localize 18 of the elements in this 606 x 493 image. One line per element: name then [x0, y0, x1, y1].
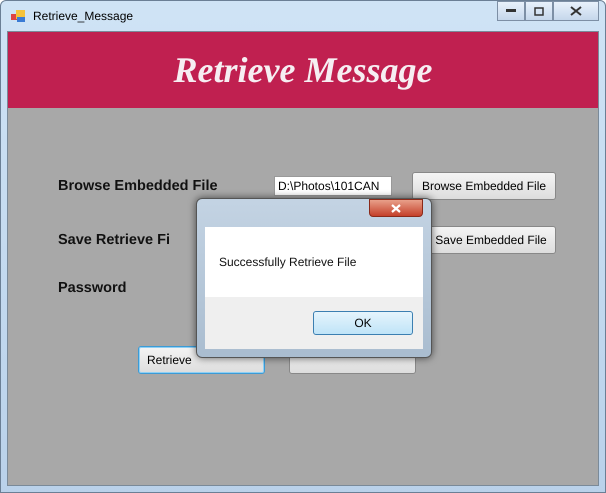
close-icon — [391, 204, 401, 212]
file-button[interactable]: Browse Embedded File — [412, 172, 556, 200]
maximize-icon — [534, 6, 544, 16]
field-label: Save Retrieve Fi — [58, 232, 172, 248]
app-icon — [11, 10, 25, 22]
minimize-button[interactable] — [497, 1, 525, 21]
window-title: Retrieve_Message — [33, 9, 134, 23]
close-button[interactable] — [553, 1, 599, 21]
dialog-message: Successfully Retrieve File — [219, 255, 356, 269]
maximize-button[interactable] — [525, 1, 553, 21]
path-field[interactable]: D:\Photos\101CAN — [274, 176, 392, 196]
field-label: Browse Embedded File — [58, 178, 219, 194]
dialog-close-button[interactable] — [369, 199, 423, 217]
minimize-icon — [506, 9, 516, 13]
field-label: Password — [58, 280, 128, 296]
close-icon — [570, 6, 582, 16]
ok-button[interactable]: OK — [313, 311, 413, 335]
banner-title: Retrieve Message — [174, 49, 432, 91]
